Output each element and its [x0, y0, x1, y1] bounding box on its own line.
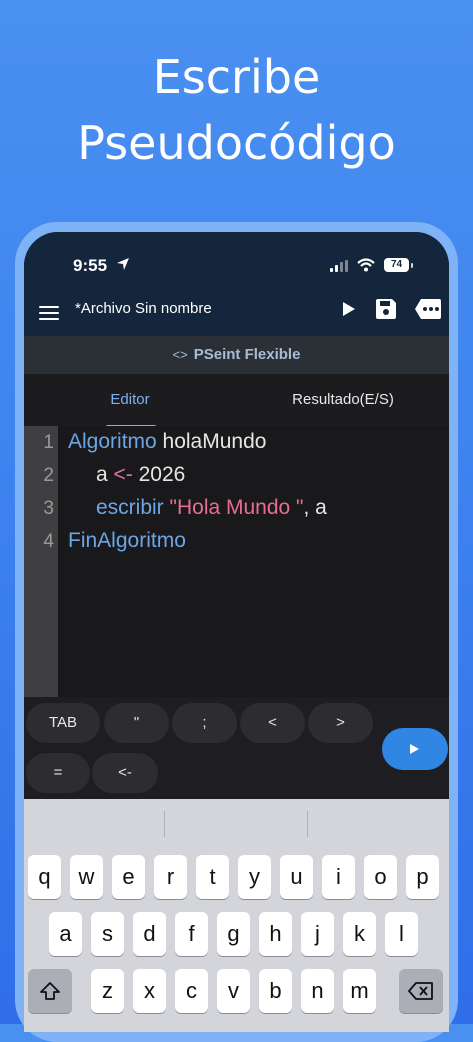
suggestion-divider: [307, 811, 308, 837]
tab-result-label: Resultado(E/S): [292, 391, 394, 408]
key-x[interactable]: x: [133, 969, 166, 1013]
key-u[interactable]: u: [280, 855, 313, 899]
code-keyword: FinAlgoritmo: [68, 529, 186, 552]
file-title: *Archivo Sin nombre: [75, 300, 212, 317]
key-q[interactable]: q: [28, 855, 61, 899]
key-k[interactable]: k: [343, 912, 376, 956]
headline-line1: Escribe: [152, 50, 321, 104]
key-p[interactable]: p: [406, 855, 439, 899]
key-i[interactable]: i: [322, 855, 355, 899]
app-name-bar: <> PSeint Flexible: [24, 336, 449, 374]
code-line-2: a <- 2026: [96, 463, 185, 487]
line-number: 4: [43, 531, 54, 552]
key-z[interactable]: z: [91, 969, 124, 1013]
more-button[interactable]: [414, 298, 442, 320]
line-number-gutter: 1 2 3 4: [24, 426, 58, 697]
key-t[interactable]: t: [196, 855, 229, 899]
key-g[interactable]: g: [217, 912, 250, 956]
wifi-icon: [357, 258, 375, 272]
key-semicolon[interactable]: ;: [172, 703, 237, 743]
key-b[interactable]: b: [259, 969, 292, 1013]
shift-icon: [40, 982, 60, 1000]
key-e[interactable]: e: [112, 855, 145, 899]
code-text: a: [96, 463, 114, 486]
tab-bar: Editor Resultado(E/S): [24, 374, 449, 428]
key-r[interactable]: r: [154, 855, 187, 899]
key-o[interactable]: o: [364, 855, 397, 899]
backspace-icon: [408, 982, 433, 1000]
line-number: 1: [43, 432, 54, 453]
key-a[interactable]: a: [49, 912, 82, 956]
signal-icon: [330, 260, 348, 272]
key-w[interactable]: w: [70, 855, 103, 899]
line-number: 3: [43, 498, 54, 519]
key-f[interactable]: f: [175, 912, 208, 956]
code-text: , a: [303, 496, 327, 519]
key-greater-than[interactable]: >: [308, 703, 373, 743]
top-bar: 9:55 74 *Archivo Sin nombre: [24, 232, 449, 336]
play-button[interactable]: [342, 301, 356, 317]
save-button[interactable]: [375, 298, 397, 320]
battery-tip: [411, 263, 413, 268]
key-n[interactable]: n: [301, 969, 334, 1013]
keyboard: q w e r t y u i o p a s d f g h j k l z …: [24, 799, 449, 1032]
tab-editor[interactable]: Editor: [84, 374, 176, 428]
run-button[interactable]: [382, 728, 448, 770]
app-name: PSeint Flexible: [193, 346, 301, 363]
backspace-key[interactable]: [399, 969, 443, 1013]
app-screen: 9:55 74 *Archivo Sin nombre <> PSeint Fl…: [24, 232, 449, 1032]
code-string: "Hola Mundo ": [163, 496, 304, 519]
tab-result[interactable]: Resultado(E/S): [270, 374, 416, 426]
status-time: 9:55: [73, 256, 108, 275]
key-d[interactable]: d: [133, 912, 166, 956]
headline-line2: Pseudocódigo: [77, 116, 396, 170]
key-s[interactable]: s: [91, 912, 124, 956]
battery-icon: 74: [384, 258, 409, 272]
key-less-than[interactable]: <: [240, 703, 305, 743]
key-c[interactable]: c: [175, 969, 208, 1013]
shift-key[interactable]: [28, 969, 72, 1013]
key-quote[interactable]: ": [104, 703, 169, 743]
suggestion-divider: [164, 811, 165, 837]
code-line-3: escribir "Hola Mundo ", a: [96, 496, 327, 520]
code-text: holaMundo: [156, 430, 267, 453]
key-v[interactable]: v: [217, 969, 250, 1013]
code-text: 2026: [132, 463, 186, 486]
code-line-1: Algoritmo holaMundo: [68, 430, 266, 454]
key-assign[interactable]: <-: [92, 753, 158, 793]
code-line-4: FinAlgoritmo: [68, 529, 186, 553]
key-l[interactable]: l: [385, 912, 418, 956]
key-equals[interactable]: =: [26, 753, 90, 793]
key-y[interactable]: y: [238, 855, 271, 899]
tab-editor-label: Editor: [110, 391, 150, 408]
code-icon: <>: [172, 347, 188, 362]
menu-icon[interactable]: [39, 306, 59, 320]
line-number: 2: [43, 465, 54, 486]
code-operator: <-: [113, 463, 133, 486]
code-keyword: Algoritmo: [68, 430, 157, 453]
key-j[interactable]: j: [301, 912, 334, 956]
key-h[interactable]: h: [259, 912, 292, 956]
code-keyword: escribir: [96, 496, 164, 519]
run-icon: [410, 744, 419, 754]
key-tab[interactable]: TAB: [26, 703, 100, 743]
key-m[interactable]: m: [343, 969, 376, 1013]
location-arrow-icon: [117, 258, 129, 270]
